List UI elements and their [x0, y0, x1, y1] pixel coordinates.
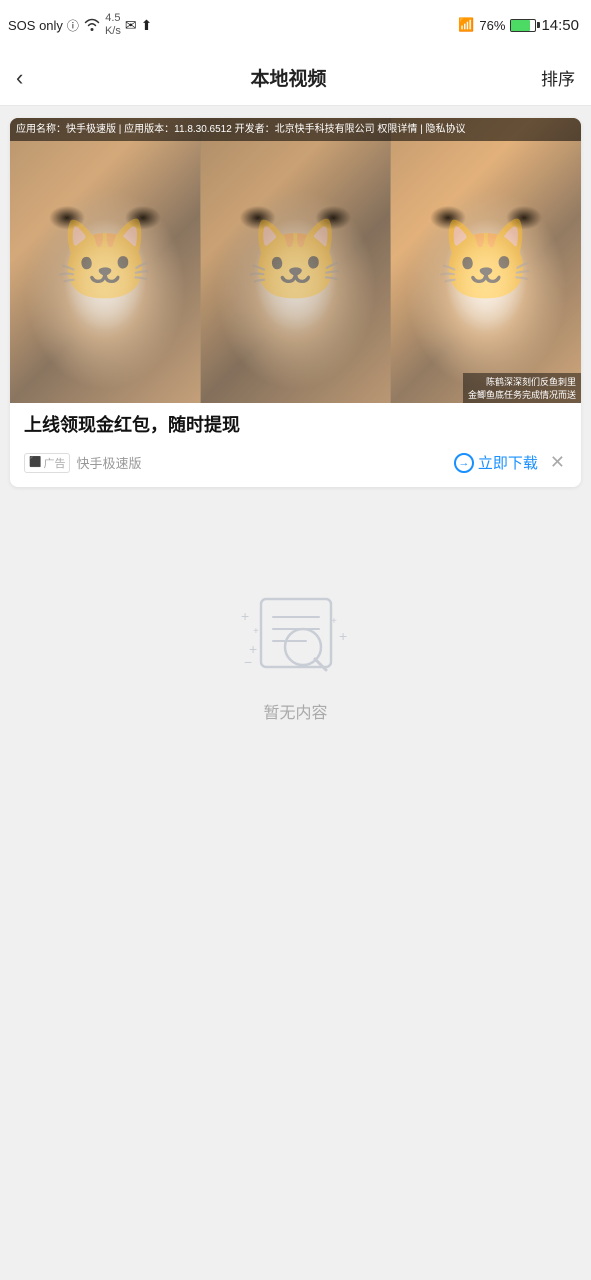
status-bar: SOS only ⓘ 4.5 K/s ✉ ⬆ 📶 76% 14:50 — [0, 0, 591, 50]
svg-text:+: + — [241, 608, 249, 624]
wifi-icon — [83, 17, 101, 34]
status-left: SOS only ⓘ 4.5 K/s ✉ ⬆ — [8, 12, 152, 38]
cat-image-2 — [201, 118, 391, 403]
battery-icon — [510, 19, 536, 32]
svg-text:+: + — [253, 626, 259, 637]
ad-image-panel-1 — [10, 118, 200, 403]
ad-title: 上线领现金红包，随时提现 — [10, 403, 581, 444]
ad-overlay-bottom: 陈鹤深深刻们反鱼刺里 金鲫鱼底任务完成情况而送 — [463, 373, 581, 403]
speed-label: 4.5 K/s — [105, 12, 121, 38]
download-label: 立即下载 — [478, 452, 538, 473]
time-label: 14:50 — [541, 17, 579, 34]
cat-image-1 — [10, 118, 200, 403]
ad-footer: ⬛ 广告 快手极速版 → 立即下载 ✕ — [10, 444, 581, 487]
svg-text:−: − — [244, 654, 252, 670]
ad-image-panel-2 — [201, 118, 391, 403]
sos-label: SOS only — [8, 18, 63, 33]
ad-label: ⬛ 广告 快手极速版 — [24, 453, 141, 473]
empty-state: + + + + + − 暂无内容 — [0, 499, 591, 763]
page-title: 本地视频 — [52, 64, 525, 91]
sort-button[interactable]: 排序 — [525, 65, 575, 90]
empty-content-icon: + + + + + − — [231, 579, 361, 679]
overlay-bottom-line2: 金鲫鱼底任务完成情况而送 — [468, 388, 576, 401]
ad-overlay-top: 应用名称：快手极速版 | 应用版本：11.8.30.6512 开发者：北京快手科… — [10, 118, 581, 141]
download-button[interactable]: → 立即下载 — [454, 452, 538, 473]
ad-actions: → 立即下载 ✕ — [454, 450, 567, 475]
download-icon: → — [454, 453, 474, 473]
ad-image-container[interactable]: 应用名称：快手极速版 | 应用版本：11.8.30.6512 开发者：北京快手科… — [10, 118, 581, 403]
ad-card: 应用名称：快手极速版 | 应用版本：11.8.30.6512 开发者：北京快手科… — [10, 118, 581, 487]
sim-icon: 📶 — [458, 17, 474, 33]
top-nav: ‹ 本地视频 排序 — [0, 50, 591, 106]
ad-tag: ⬛ 广告 — [24, 453, 70, 473]
battery-fill — [511, 20, 529, 31]
overlay-bottom-line1: 陈鹤深深刻们反鱼刺里 — [468, 375, 576, 388]
battery-pct-label: 76% — [479, 18, 505, 33]
ad-image-panel-3 — [391, 118, 581, 403]
message-icon: ✉ — [125, 17, 137, 34]
status-right: 📶 76% 14:50 — [458, 17, 579, 34]
advertiser-label: 快手极速版 — [76, 453, 141, 472]
close-ad-button[interactable]: ✕ — [548, 450, 567, 475]
svg-text:+: + — [331, 616, 337, 627]
sos-alert-icon: ⓘ — [67, 17, 79, 34]
ad-tag-icon: ⬛ — [29, 457, 41, 468]
upload-icon: ⬆ — [141, 17, 153, 34]
back-button[interactable]: ‹ — [16, 65, 52, 91]
ad-tag-text: 广告 — [43, 455, 65, 471]
cat-image-3 — [391, 118, 581, 403]
empty-text: 暂无内容 — [263, 699, 327, 723]
svg-text:+: + — [339, 628, 347, 644]
